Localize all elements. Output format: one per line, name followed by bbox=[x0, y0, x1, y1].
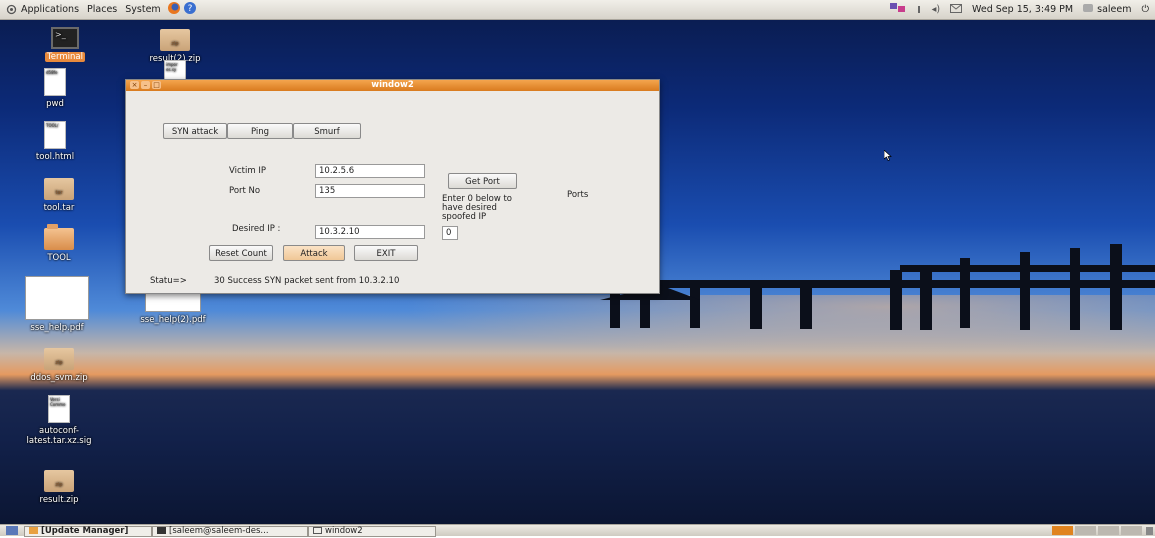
menu-applications[interactable]: Applications bbox=[21, 4, 79, 15]
desktop-icon-result-zip[interactable]: zip result.zip bbox=[14, 470, 104, 505]
spoof-hint-text: Enter 0 below to have desired spoofed IP bbox=[442, 194, 513, 222]
network-icon[interactable] bbox=[889, 2, 906, 17]
desktop-icon-label: tool.html bbox=[35, 152, 75, 162]
ports-label: Ports bbox=[567, 190, 589, 200]
system-tray: ◂) Wed Sep 15, 3:49 PM saleem ⏻ bbox=[889, 0, 1155, 19]
port-no-label: Port No bbox=[229, 186, 261, 196]
bottom-taskbar: [Update Manager] [saleem@saleem-des... w… bbox=[0, 524, 1155, 538]
desktop-icon-label: sse_help.pdf bbox=[30, 323, 84, 333]
mouse-pointer-icon bbox=[883, 149, 892, 164]
user-status-icon bbox=[1083, 4, 1094, 15]
spoof-option-input[interactable]: 0 bbox=[442, 226, 458, 240]
desktop-icon-terminal[interactable]: >_ Terminal bbox=[20, 27, 110, 62]
desired-ip-label: Desired IP : bbox=[232, 224, 281, 234]
attack-button[interactable]: Attack bbox=[283, 245, 345, 261]
user-name[interactable]: saleem bbox=[1097, 4, 1131, 15]
syn-attack-button[interactable]: SYN attack bbox=[163, 123, 227, 139]
smurf-button[interactable]: Smurf bbox=[293, 123, 361, 139]
svg-text:?: ? bbox=[187, 4, 192, 14]
task-window2[interactable]: window2 bbox=[308, 526, 436, 537]
tar-archive-icon: tar bbox=[44, 178, 74, 200]
zip-archive-icon: zip bbox=[44, 470, 74, 492]
status-text: 30 Success SYN packet sent from 10.3.2.1… bbox=[214, 276, 400, 286]
html-file-icon: TOOL/ bbox=[44, 121, 66, 149]
desktop-icon-label: tool.tar bbox=[43, 203, 75, 213]
desktop-icon-label: sse_help(2).pdf bbox=[140, 315, 206, 325]
pier-silhouette bbox=[600, 244, 1155, 330]
terminal-icon: >_ bbox=[51, 27, 79, 49]
port-no-input[interactable]: 135 bbox=[315, 184, 425, 198]
volume-icon[interactable]: ◂) bbox=[932, 4, 940, 15]
desktop-icon-label: Terminal bbox=[45, 52, 85, 62]
desktop-icon-label: TOOL bbox=[47, 253, 71, 263]
victim-ip-label: Victim IP bbox=[229, 166, 266, 176]
update-manager-icon bbox=[29, 527, 38, 534]
ping-button[interactable]: Ping bbox=[227, 123, 293, 139]
workspace-switcher[interactable] bbox=[1052, 526, 1142, 535]
desktop-icon-tool-tar[interactable]: tar tool.tar bbox=[14, 178, 104, 213]
mail-icon[interactable] bbox=[950, 3, 963, 16]
desktop-icon-label: ddos_svm.zip bbox=[30, 373, 88, 383]
get-port-button[interactable]: Get Port bbox=[448, 173, 517, 189]
victim-ip-input[interactable]: 10.2.5.6 bbox=[315, 164, 425, 178]
firefox-launcher-icon[interactable] bbox=[167, 1, 181, 18]
pdf-thumbnail-icon bbox=[25, 276, 89, 320]
power-icon[interactable]: ⏻ bbox=[1141, 4, 1149, 15]
desired-ip-input[interactable]: 10.3.2.10 bbox=[315, 225, 425, 239]
desktop-icon-pwd[interactable]: d58fe pwd bbox=[10, 68, 100, 109]
exit-button[interactable]: EXIT bbox=[354, 245, 418, 261]
menu-places[interactable]: Places bbox=[87, 4, 117, 15]
desktop-icon-label: pwd bbox=[46, 99, 64, 109]
window-titlebar[interactable]: × – □ window2 bbox=[126, 80, 659, 91]
clock[interactable]: Wed Sep 15, 3:49 PM bbox=[972, 4, 1073, 15]
terminal-icon bbox=[157, 527, 166, 534]
menu-system[interactable]: System bbox=[125, 4, 160, 15]
show-desktop-icon[interactable] bbox=[6, 526, 18, 538]
trash-icon[interactable] bbox=[1146, 526, 1153, 538]
reset-count-button[interactable]: Reset Count bbox=[209, 245, 273, 261]
desktop-icon-label: result.zip bbox=[39, 495, 79, 505]
help-icon[interactable]: ? bbox=[183, 1, 197, 18]
applications-menu-icon[interactable] bbox=[6, 4, 17, 15]
signal-icon[interactable] bbox=[916, 3, 922, 16]
window-icon bbox=[313, 527, 322, 534]
status-label: Statu=> bbox=[150, 276, 187, 286]
folder-icon bbox=[44, 224, 74, 250]
task-update-manager[interactable]: [Update Manager] bbox=[24, 526, 152, 537]
text-file-icon: Versi Comme bbox=[48, 395, 70, 423]
desktop-icon-tool-folder[interactable]: TOOL bbox=[14, 224, 104, 263]
task-terminal[interactable]: [saleem@saleem-des... bbox=[152, 526, 308, 537]
window2-dialog: × – □ window2 SYN attack Ping Smurf Vict… bbox=[125, 79, 660, 294]
text-file-icon: d58fe bbox=[44, 68, 66, 96]
desktop-icon-ddos-svm-zip[interactable]: zip ddos_svm.zip bbox=[14, 348, 104, 383]
desktop-icon-tool-html[interactable]: TOOL/ tool.html bbox=[10, 121, 100, 162]
zip-archive-icon: zip bbox=[160, 29, 190, 51]
window-title: window2 bbox=[371, 80, 414, 90]
desktop-icon-result2-zip[interactable]: zip result(2).zip bbox=[130, 29, 220, 64]
desktop-icon-autoconf-sig[interactable]: Versi Comme autoconf-latest.tar.xz.sig bbox=[14, 395, 104, 446]
zip-archive-icon: zip bbox=[44, 348, 74, 370]
top-panel: Applications Places System ? ◂) Wed Sep … bbox=[0, 0, 1155, 20]
desktop-icon-sse-help-pdf[interactable]: sse_help.pdf bbox=[12, 276, 102, 333]
desktop-icon-label: autoconf-latest.tar.xz.sig bbox=[26, 426, 92, 446]
